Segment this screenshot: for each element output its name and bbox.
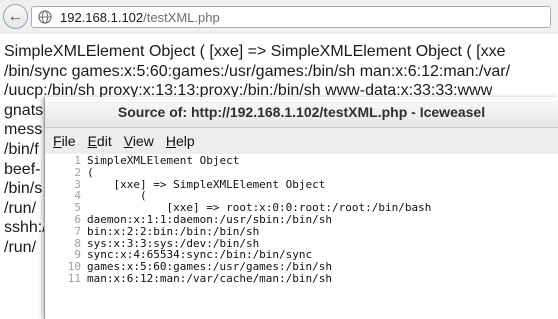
url-bar[interactable]: 192.168.1.102/testXML.php — [31, 6, 551, 28]
source-content[interactable]: 1 SimpleXMLElement Object 2( 3 [xxe] => S… — [45, 155, 558, 319]
source-line: 1 SimpleXMLElement Object — [45, 155, 558, 167]
menu-view[interactable]: View — [124, 133, 154, 149]
page-line: SimpleXMLElement Object ( [xxe] => Simpl… — [4, 43, 506, 60]
line-number: 2 — [74, 165, 81, 179]
source-line: 2( — [45, 165, 558, 179]
source-line: 7 bin:x:2:2:bin:/bin:/bin/sh — [45, 224, 558, 238]
page-line: /bin/sync games:x:5:60:games:/usr/games:… — [4, 62, 511, 80]
url-path: /testXML.php — [143, 9, 220, 25]
source-code: man:x:6:12:man:/var/cache/man:/bin/sh — [87, 271, 333, 285]
source-line: 6 daemon:x:1:1:daemon:/usr/sbin:/bin/sh — [45, 214, 558, 226]
menu-edit[interactable]: Edit — [88, 133, 112, 149]
line-number: 11 — [67, 271, 81, 285]
source-code: SimpleXMLElement Object — [87, 155, 240, 167]
window-title: Source of: http://192.168.1.102/testXML.… — [117, 104, 486, 120]
back-button[interactable]: ← — [3, 4, 28, 29]
view-source-window: Source of: http://192.168.1.102/testXML.… — [44, 97, 558, 319]
menu-help[interactable]: Help — [166, 133, 195, 149]
browser-toolbar: ← 192.168.1.102/testXML.php — [0, 0, 558, 34]
source-code: bin:x:2:2:bin:/bin:/bin/sh — [87, 224, 260, 238]
source-line: 11 man:x:6:12:man:/var/cache/man:/bin/sh — [45, 273, 558, 285]
back-arrow-icon: ← — [7, 7, 24, 25]
menu-file[interactable]: File — [53, 133, 76, 149]
globe-icon — [38, 10, 52, 24]
line-number: 7 — [74, 224, 81, 238]
menu-bar: File Edit View Help — [45, 128, 558, 154]
line-number: 6 — [74, 212, 81, 226]
source-code: ( — [87, 165, 94, 179]
url-host: 192.168.1.102 — [60, 9, 144, 25]
window-titlebar[interactable]: Source of: http://192.168.1.102/testXML.… — [45, 97, 558, 128]
